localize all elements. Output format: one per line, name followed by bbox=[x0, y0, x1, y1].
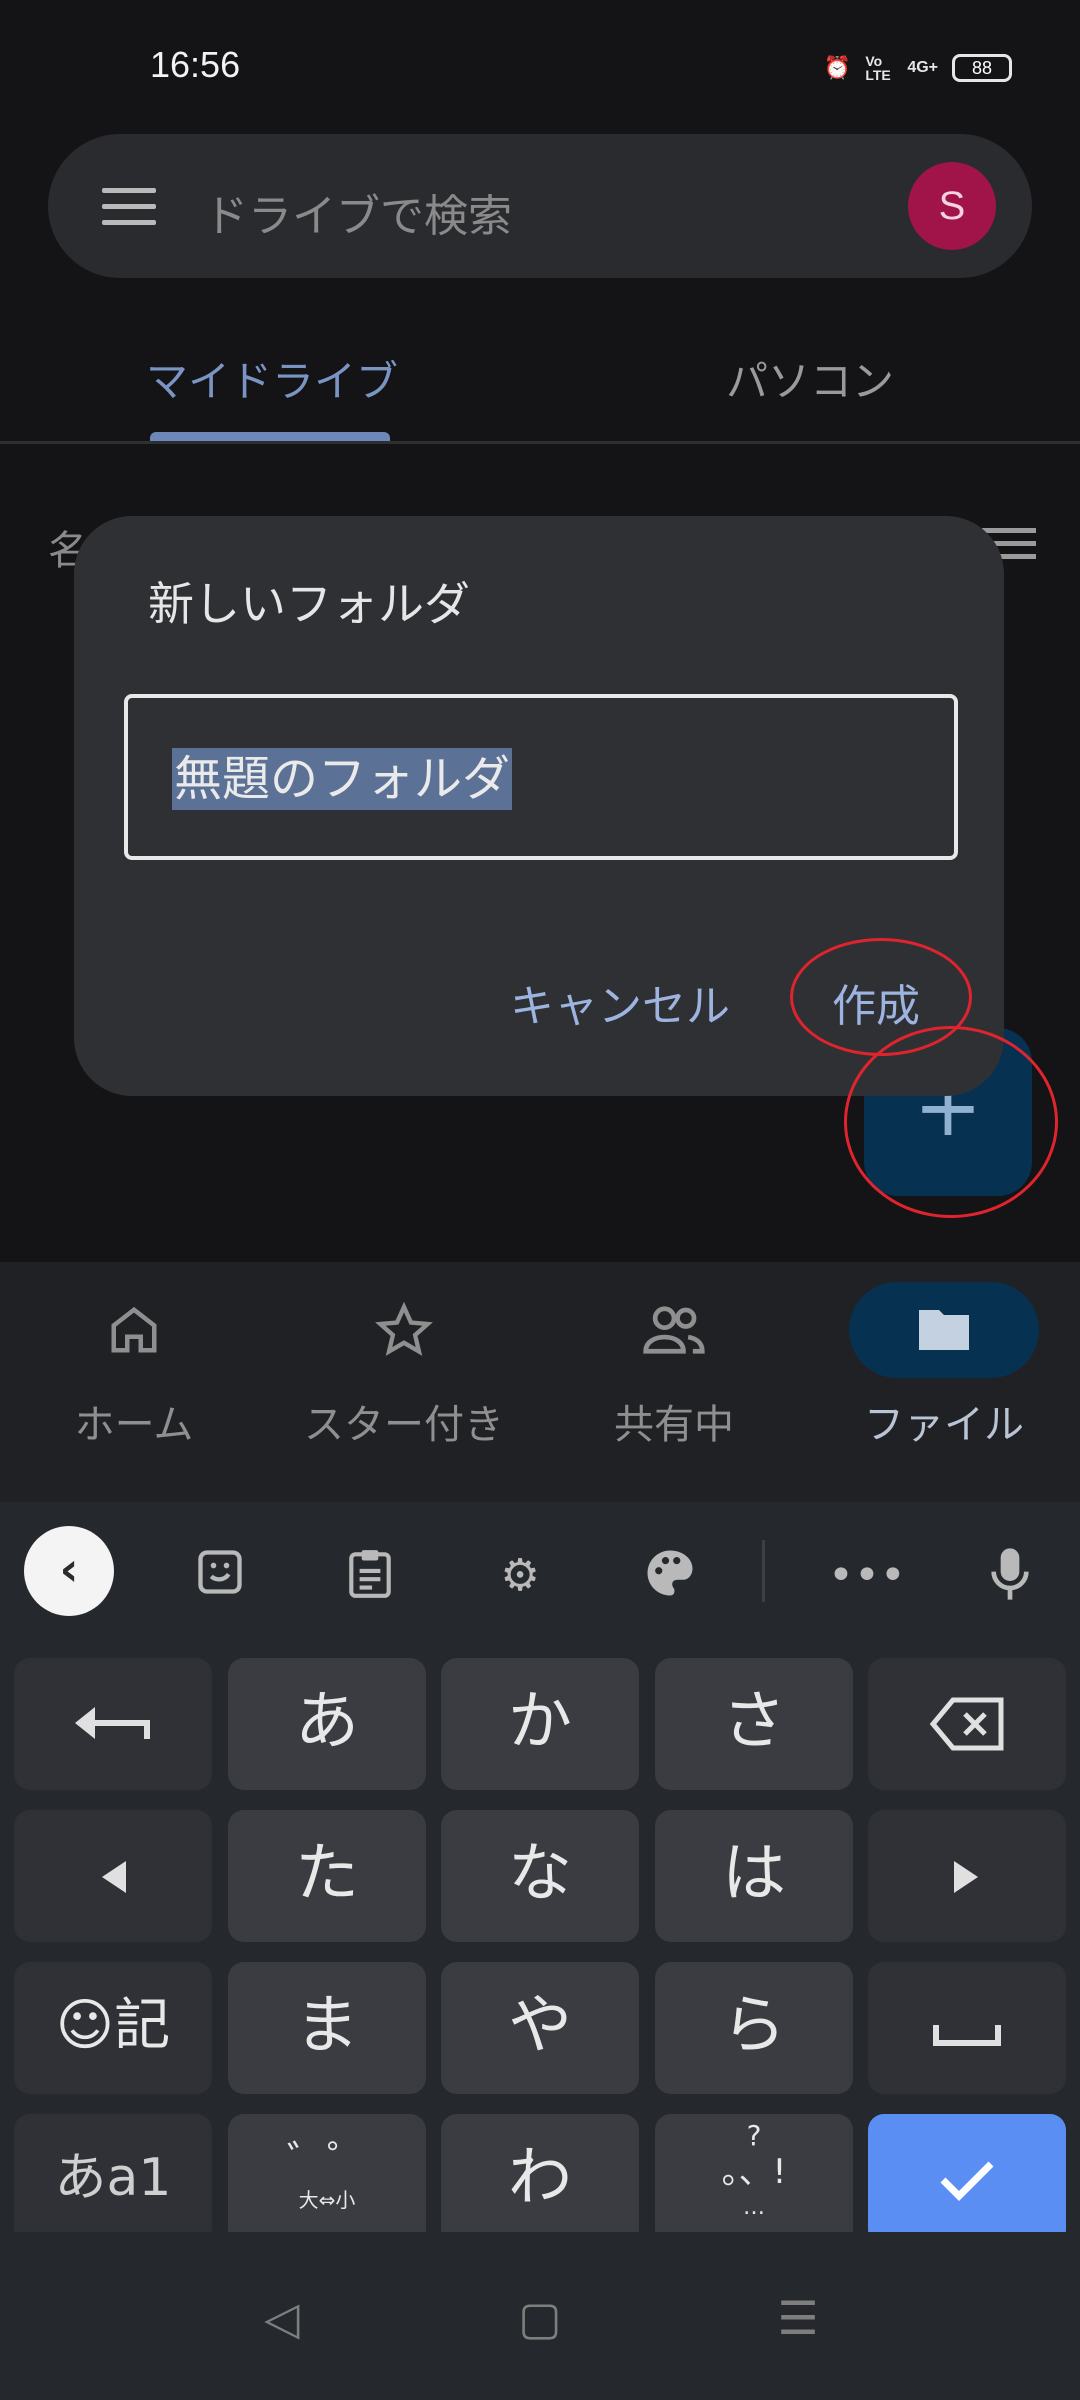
dakuten-top: ゛゜ bbox=[287, 2138, 367, 2184]
nav-starred[interactable]: スター付き bbox=[274, 1288, 534, 1450]
key-na[interactable]: な bbox=[441, 1810, 639, 1942]
key-wa[interactable]: わ bbox=[441, 2114, 639, 2246]
key-ka[interactable]: か bbox=[441, 1658, 639, 1790]
dakuten-key[interactable]: ゛゜ 大⇔小 bbox=[228, 2114, 426, 2246]
key-ha[interactable]: は bbox=[655, 1810, 853, 1942]
nav-files-label: ファイル bbox=[864, 1402, 1024, 1448]
cursor-right-key[interactable] bbox=[868, 1810, 1066, 1942]
nav-starred-label: スター付き bbox=[304, 1402, 504, 1448]
punct-mid: 。、! bbox=[721, 2152, 787, 2192]
nav-home-label: ホーム bbox=[74, 1402, 194, 1448]
search-bar[interactable]: ドライブで検索 S bbox=[48, 134, 1032, 278]
nav-files[interactable]: ファイル bbox=[814, 1282, 1074, 1450]
tab-computers[interactable]: パソコン bbox=[726, 348, 894, 409]
check-icon bbox=[940, 2161, 994, 2201]
folder-name-input[interactable]: 無題のフォルダ bbox=[124, 694, 958, 860]
nav-home[interactable]: ホーム bbox=[4, 1288, 264, 1450]
bottom-nav: ホーム スター付き 共有中 ファイル bbox=[0, 1262, 1080, 1502]
more-icon[interactable]: ••• bbox=[828, 1546, 906, 1606]
key-ya[interactable]: や bbox=[441, 1962, 639, 2094]
people-icon bbox=[544, 1288, 804, 1372]
search-placeholder[interactable]: ドライブで検索 bbox=[204, 180, 512, 244]
tab-my-drive[interactable]: マイドライブ bbox=[146, 348, 398, 409]
chevron-left-icon[interactable]: ‹ bbox=[24, 1526, 114, 1616]
key-a[interactable]: あ bbox=[228, 1658, 426, 1790]
settings-icon[interactable]: ⚙ bbox=[490, 1546, 550, 1606]
cursor-left-key[interactable] bbox=[14, 1810, 212, 1942]
recents-icon[interactable]: ☰ bbox=[768, 2288, 828, 2348]
emoji-key-label: 記 bbox=[114, 1993, 171, 2058]
avatar[interactable]: S bbox=[908, 162, 996, 250]
palette-icon[interactable] bbox=[640, 1546, 700, 1606]
punct-top: ? bbox=[746, 2119, 762, 2152]
smiley-icon: ☺ bbox=[55, 1993, 115, 2058]
punct-bottom: … bbox=[743, 2195, 765, 2220]
tab-bar: マイドライブ パソコン bbox=[0, 328, 1080, 444]
status-bar: 16:56 ⏰ Vo LTE 4G+ 88 bbox=[0, 0, 1080, 130]
volte-icon: Vo LTE bbox=[865, 53, 891, 83]
annotation-circle-fab bbox=[844, 1026, 1058, 1218]
toolbar-divider bbox=[762, 1540, 765, 1602]
nav-shared-label: 共有中 bbox=[614, 1402, 734, 1448]
sticker-icon[interactable] bbox=[190, 1546, 250, 1606]
alarm-icon: ⏰ bbox=[823, 55, 852, 80]
tab-indicator bbox=[150, 432, 390, 441]
key-sa[interactable]: さ bbox=[655, 1658, 853, 1790]
key-ta[interactable]: た bbox=[228, 1810, 426, 1942]
star-icon bbox=[274, 1288, 534, 1372]
network-icon: 4G+ bbox=[907, 59, 938, 76]
folder-icon bbox=[849, 1282, 1039, 1378]
status-time: 16:56 bbox=[150, 44, 241, 85]
microphone-icon[interactable] bbox=[980, 1546, 1040, 1606]
clipboard-icon[interactable] bbox=[340, 1546, 400, 1606]
nav-shared[interactable]: 共有中 bbox=[544, 1288, 804, 1450]
dialog-title: 新しいフォルダ bbox=[148, 577, 470, 631]
home-square-icon[interactable]: ▢ bbox=[510, 2288, 570, 2348]
dakuten-bottom: 大⇔小 bbox=[298, 2188, 356, 2212]
system-nav-bar: ◁ ▢ ☰ bbox=[0, 2232, 1080, 2400]
menu-icon[interactable] bbox=[102, 188, 156, 225]
status-icons: ⏰ Vo LTE 4G+ 88 bbox=[824, 48, 1012, 88]
back-icon[interactable]: ◁ bbox=[252, 2288, 312, 2348]
emoji-key[interactable]: ☺記 bbox=[14, 1962, 212, 2094]
punctuation-key[interactable]: ? 。、! … bbox=[655, 2114, 853, 2246]
nav-files-pill bbox=[814, 1282, 1074, 1378]
cancel-button[interactable]: キャンセル bbox=[510, 970, 730, 1034]
backspace-key[interactable] bbox=[868, 1658, 1066, 1790]
undo-key[interactable] bbox=[14, 1658, 212, 1790]
folder-name-value[interactable]: 無題のフォルダ bbox=[172, 748, 513, 810]
key-ra[interactable]: ら bbox=[655, 1962, 853, 2094]
space-key[interactable] bbox=[868, 1962, 1066, 2094]
key-ma[interactable]: ま bbox=[228, 1962, 426, 2094]
mode-switch-key[interactable]: あa1 bbox=[14, 2114, 212, 2246]
enter-key[interactable] bbox=[868, 2114, 1066, 2246]
home-icon bbox=[4, 1288, 264, 1372]
battery-icon: 88 bbox=[952, 54, 1012, 82]
keyboard-toolbar: ‹ ⚙ ••• bbox=[0, 1502, 1080, 1638]
